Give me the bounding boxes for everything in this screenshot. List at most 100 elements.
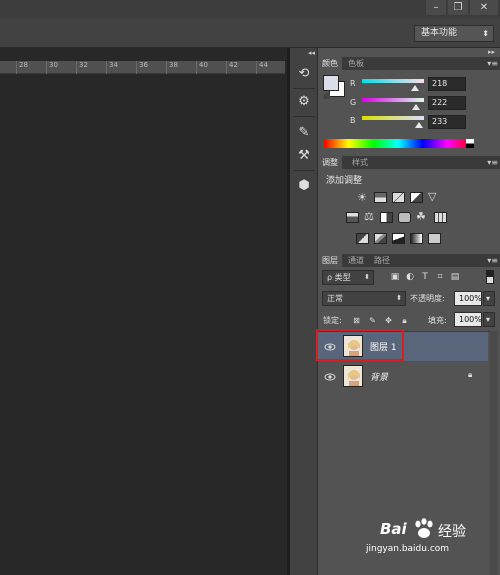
ruler-tick-line <box>256 61 257 74</box>
adjustment-filter-icon[interactable]: ◐ <box>405 272 415 282</box>
collapse-panels-icon[interactable]: ▸▸ <box>488 48 495 56</box>
lock-image-icon[interactable]: ✎ <box>368 316 377 325</box>
color-spectrum[interactable] <box>324 139 472 148</box>
tool-presets-icon[interactable]: ⚒ <box>293 145 315 167</box>
tab-swatches[interactable]: 色板 <box>344 57 368 70</box>
input-b[interactable]: 233 <box>428 115 466 129</box>
actions-icon[interactable]: ⚙ <box>293 91 315 113</box>
slider-b-thumb[interactable] <box>414 122 423 128</box>
lock-transparent-icon[interactable]: ⊠ <box>352 316 361 325</box>
tab-styles[interactable]: 样式 <box>348 156 372 169</box>
panel-dock: ◂◂ ⟲ ⚙ ✎ ⚒ ⬢ <box>290 48 318 575</box>
history-icon[interactable]: ⟲ <box>293 63 315 85</box>
eye-icon[interactable] <box>324 371 336 383</box>
title-bar: – ❐ ✕ <box>0 0 500 18</box>
minimize-button[interactable]: – <box>426 0 446 15</box>
highlight-box <box>316 329 404 361</box>
channel-label-r: R <box>350 79 356 88</box>
lock-all-icon[interactable]: 🔒︎ <box>400 316 409 325</box>
color-balance-icon[interactable]: ⚖ <box>364 210 374 223</box>
workspace-label: 基本功能 <box>421 28 458 38</box>
layer-row[interactable]: 背景 🔒︎ <box>318 362 488 391</box>
posterize-icon[interactable] <box>374 233 387 244</box>
levels-icon[interactable] <box>374 192 387 203</box>
brush-icon[interactable]: ✎ <box>293 122 315 144</box>
selective-color-icon[interactable] <box>428 233 441 244</box>
paw-logo-icon <box>415 518 433 538</box>
close-button[interactable]: ✕ <box>470 0 498 15</box>
channel-label-g: G <box>350 98 357 107</box>
black-white-icon[interactable] <box>380 212 393 223</box>
brightness-contrast-icon[interactable]: ☀ <box>354 191 370 204</box>
tab-paths[interactable]: 路径 <box>370 254 394 267</box>
blend-mode-select[interactable]: 正常 ⬍ <box>322 291 406 306</box>
ruler-tick-label: 30 <box>49 61 58 69</box>
filter-toggle-switch[interactable] <box>486 270 494 284</box>
3d-cube-icon[interactable]: ⬢ <box>293 175 315 197</box>
pixel-filter-icon[interactable]: ▣ <box>390 272 400 282</box>
curves-icon[interactable] <box>392 192 405 203</box>
slider-r[interactable] <box>362 79 424 83</box>
watermark-brand-2: 经验 <box>438 524 466 540</box>
lock-position-icon[interactable]: ✥ <box>384 316 393 325</box>
color-lookup-icon[interactable] <box>434 212 447 223</box>
ruler-tick-label: 28 <box>19 61 28 69</box>
slider-r-thumb[interactable] <box>411 85 419 91</box>
dropdown-arrow-icon: ⬍ <box>482 29 489 38</box>
fill-dropdown-icon[interactable]: ▾ <box>483 312 495 327</box>
gradient-map-icon[interactable] <box>410 233 423 244</box>
layers-panel-tabs: 图层 通道 路径 ▾≡ <box>318 254 500 267</box>
restore-button[interactable]: ❐ <box>448 0 468 15</box>
threshold-icon[interactable] <box>392 233 405 244</box>
watermark: Bai 经验 jingyan.baidu.com <box>366 518 495 570</box>
restore-icon: ❐ <box>453 2 463 13</box>
close-icon: ✕ <box>479 2 489 13</box>
opacity-dropdown-icon[interactable]: ▾ <box>483 291 495 306</box>
panel-menu-icon[interactable]: ▾≡ <box>487 254 498 267</box>
smart-object-filter-icon[interactable]: ▤ <box>450 272 460 282</box>
input-g[interactable]: 222 <box>428 96 466 110</box>
blend-mode-label: 正常 <box>327 294 343 303</box>
foreground-color-swatch[interactable] <box>323 75 339 91</box>
layer-filter-kind-label: ρ 类型 <box>327 273 351 282</box>
opacity-label: 不透明度: <box>410 294 445 303</box>
black-white-ramp[interactable] <box>466 139 474 148</box>
panel-menu-icon[interactable]: ▾≡ <box>487 57 498 70</box>
tab-adjustments[interactable]: 调整 <box>318 156 342 169</box>
tab-channels[interactable]: 通道 <box>344 254 368 267</box>
channel-label-b: B <box>350 116 356 125</box>
fill-input[interactable]: 100% <box>454 312 482 327</box>
opacity-input[interactable]: 100% <box>454 291 482 306</box>
slider-g[interactable] <box>362 98 424 102</box>
invert-icon[interactable] <box>356 233 369 244</box>
tab-color[interactable]: 颜色 <box>318 57 342 70</box>
panels-column: ▸▸ 颜色 色板 ▾≡ ⬛ R 218 G 222 B 233 调整 样式 ▾≡… <box>316 48 500 575</box>
panel-menu-icon[interactable]: ▾≡ <box>487 156 498 169</box>
input-r[interactable]: 218 <box>428 77 466 91</box>
shape-filter-icon[interactable]: ⌗ <box>435 272 445 282</box>
dock-divider <box>293 116 315 117</box>
ruler-tick-label: 44 <box>259 61 268 69</box>
hue-saturation-icon[interactable] <box>346 212 359 223</box>
channel-mixer-icon[interactable]: ☘ <box>416 210 426 223</box>
slider-g-thumb[interactable] <box>412 104 420 110</box>
document-canvas[interactable] <box>0 74 287 575</box>
type-filter-icon[interactable]: T <box>420 272 430 282</box>
watermark-brand: Bai <box>380 520 407 538</box>
dropdown-arrow-icon: ⬍ <box>396 294 402 302</box>
ruler-tick-label: 34 <box>109 61 118 69</box>
layer-filter-kind[interactable]: ρ 类型 ⬍ <box>322 270 374 285</box>
workspace-switcher[interactable]: 基本功能 ⬍ <box>414 25 494 42</box>
ruler-tick-label: 40 <box>199 61 208 69</box>
swap-colors-icon[interactable]: ⬛ <box>323 93 330 100</box>
slider-b[interactable] <box>362 116 424 120</box>
tab-layers[interactable]: 图层 <box>318 254 342 267</box>
exposure-icon[interactable] <box>410 192 423 203</box>
ruler-tick-label: 32 <box>79 61 88 69</box>
vibrance-icon[interactable]: ▽ <box>428 190 436 203</box>
lock-label: 锁定: <box>323 316 342 325</box>
photo-filter-icon[interactable] <box>398 212 411 223</box>
collapse-dock-icon[interactable]: ◂◂ <box>308 49 315 57</box>
layer-name[interactable]: 背景 <box>370 370 388 383</box>
horizontal-ruler: 28 30 32 34 36 38 40 42 44 <box>0 61 285 74</box>
